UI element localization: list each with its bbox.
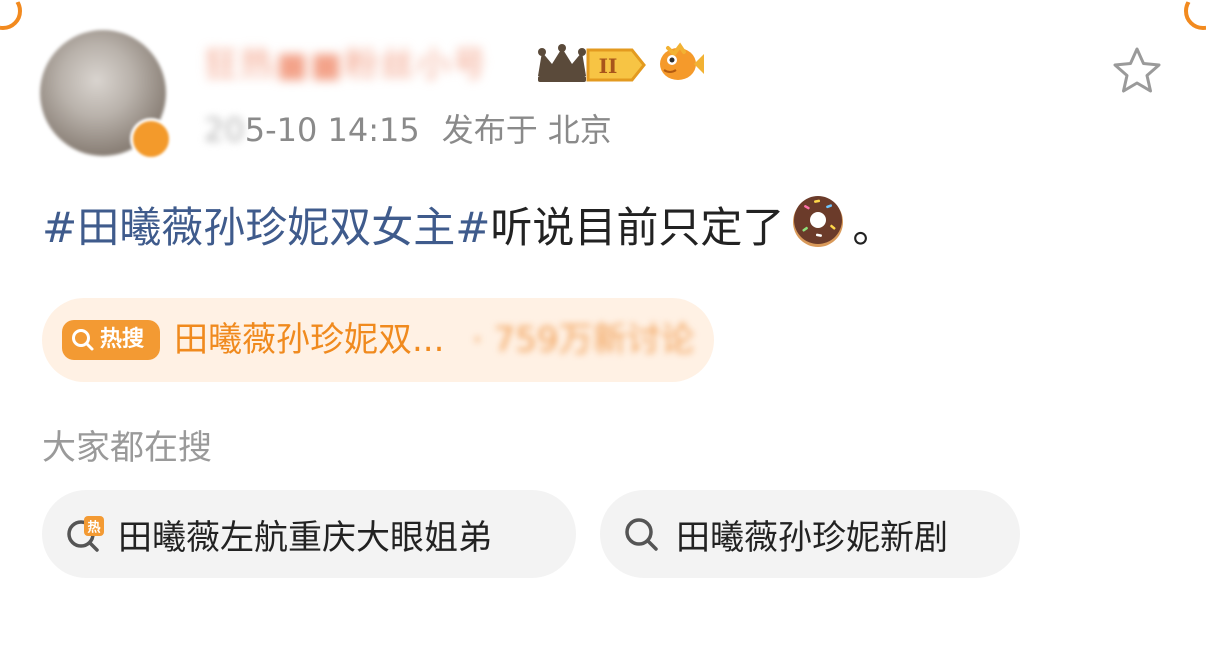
corner-accent [0,0,22,30]
post-location: 北京 [547,111,612,149]
related-search-label: 田曦薇孙珍妮新剧 [676,517,948,558]
svg-text:II: II [599,54,618,78]
post-meta: 205-10 14:15 发布于 北京 [204,108,612,152]
date-year-blurred: 20 [204,111,245,149]
related-search-chip[interactable]: 田曦薇孙珍妮新剧 [600,490,1020,578]
related-search-label: 田曦薇左航重庆大眼姐弟 [118,517,492,558]
post-text-suffix: 。 [852,203,895,252]
hashtag-link[interactable]: #田曦薇孙珍妮双女主# [42,203,490,252]
hot-search-title: 田曦薇孙珍妮双... [174,320,445,360]
username[interactable]: 狂热■■粉丝小号 [204,42,524,88]
related-searches-title: 大家都在搜 [42,428,212,468]
crown-icon [538,44,586,82]
post-datetime: 5-10 14:15 [244,111,420,149]
location-label: 发布于 [441,111,538,149]
search-icon [625,518,658,551]
hot-search-card[interactable]: 热搜 田曦薇孙珍妮双... · 759万新讨论 [42,298,714,382]
svg-text:热: 热 [87,520,100,536]
donut-emoji-icon [793,196,844,247]
hot-search-badge: 热搜 [62,320,160,360]
search-icon [72,329,94,351]
hot-search-stat: · 759万新讨论 [472,320,695,360]
level-badge-icon: II [586,48,646,82]
verified-badge-icon [130,118,172,160]
corner-accent [1184,0,1206,30]
fish-emoji-icon [660,42,704,80]
weibo-post-card: 狂热■■粉丝小号 II 205-10 14:15 发布于 北京 #田曦薇孙珍妮双女主… [0,0,1206,648]
favorite-star-icon[interactable] [1110,44,1164,98]
hot-search-icon: 热 [67,516,104,552]
post-body: #田曦薇孙珍妮双女主#听说目前只定了 。 [42,190,894,258]
related-search-chip[interactable]: 热 田曦薇左航重庆大眼姐弟 [42,490,576,578]
hot-badge-label: 热搜 [100,327,145,352]
post-text: 听说目前只定了 [490,203,785,252]
